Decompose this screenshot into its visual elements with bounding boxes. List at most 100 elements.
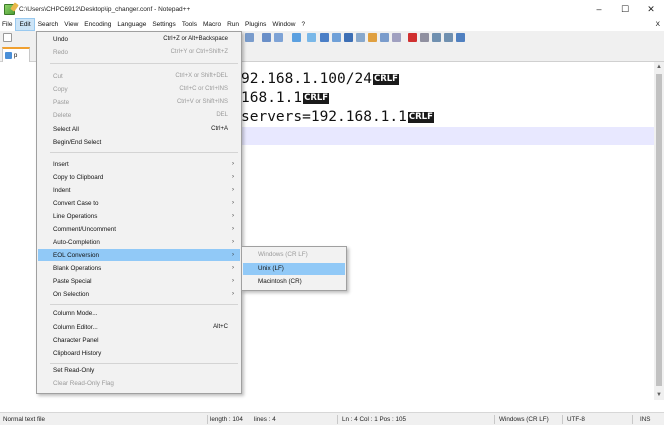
folder-workspace-icon[interactable] — [380, 33, 389, 42]
save-disk-icon — [5, 52, 12, 59]
menu-shortcut: Ctrl+A — [211, 126, 228, 132]
menu-item-set-read-only[interactable]: Set Read-Only — [38, 364, 240, 376]
menu-language[interactable]: Language — [114, 18, 149, 31]
menu-search[interactable]: Search — [35, 18, 62, 31]
menu-encoding[interactable]: Encoding — [81, 18, 114, 31]
editor-line[interactable]: 92.168.1.100/24 CRLF — [241, 70, 399, 88]
menu-item-column-editor[interactable]: Column Editor... Alt+C — [38, 321, 240, 333]
menu-macro[interactable]: Macro — [200, 18, 224, 31]
menu-item-undo[interactable]: Undo Ctrl+Z or Alt+Backspace — [38, 33, 240, 45]
menu-label: Auto-Completion — [53, 238, 100, 246]
submenu-arrow-icon: › — [232, 226, 234, 232]
line-text: 92.168.1.100/24 — [241, 71, 372, 87]
submenu-item-windows-crlf[interactable]: Windows (CR LF) — [243, 249, 345, 261]
vertical-scrollbar[interactable]: ▲ ▼ — [654, 62, 664, 400]
menu-item-comment-uncomment[interactable]: Comment/Uncomment › — [38, 223, 240, 235]
menu-item-blank-operations[interactable]: Blank Operations › — [38, 262, 240, 274]
menu-label: Blank Operations — [53, 264, 102, 272]
menu-item-eol-conversion[interactable]: EOL Conversion › — [38, 249, 240, 261]
find-icon[interactable] — [245, 33, 254, 42]
menu-item-indent[interactable]: Indent › — [38, 184, 240, 196]
replace-icon[interactable] — [262, 33, 271, 42]
word-wrap-icon[interactable] — [320, 33, 329, 42]
menu-help[interactable]: ? — [298, 18, 308, 31]
menu-edit[interactable]: Edit — [15, 18, 35, 31]
eol-conversion-submenu: Windows (CR LF) Unix (LF) Macintosh (CR) — [241, 246, 347, 291]
menu-item-paste-special[interactable]: Paste Special › — [38, 275, 240, 287]
menu-label: Windows (CR LF) — [258, 251, 308, 258]
submenu-arrow-icon: › — [232, 265, 234, 271]
play-macro-icon[interactable] — [432, 33, 441, 42]
menu-item-select-all[interactable]: Select All Ctrl+A — [38, 123, 240, 135]
menu-view[interactable]: View — [61, 18, 81, 31]
tab-ip-changer[interactable]: p — [2, 47, 30, 62]
eol-marker: CRLF — [372, 74, 399, 85]
submenu-item-unix-lf[interactable]: Unix (LF) — [243, 263, 345, 275]
menu-label: Insert — [53, 160, 69, 168]
menu-label: Comment/Uncomment — [53, 225, 116, 233]
eol-marker: CRLF — [303, 93, 330, 104]
menu-item-convert-case[interactable]: Convert Case to › — [38, 197, 240, 209]
submenu-item-macintosh-cr[interactable]: Macintosh (CR) — [243, 276, 345, 288]
menu-item-clear-read-only[interactable]: Clear Read-Only Flag — [38, 377, 240, 389]
menu-file[interactable]: File — [0, 18, 15, 31]
menu-shortcut: Ctrl+Z or Alt+Backspace — [163, 36, 228, 42]
close-document-button[interactable]: X — [656, 18, 660, 31]
menu-item-copy-to-clipboard[interactable]: Copy to Clipboard › — [38, 171, 240, 183]
sync-vertical-icon[interactable] — [307, 33, 316, 42]
show-all-chars-icon[interactable] — [332, 33, 341, 42]
submenu-arrow-icon: › — [232, 174, 234, 180]
status-eol: Windows (CR LF) — [499, 416, 549, 423]
menu-item-on-selection[interactable]: On Selection › — [38, 288, 240, 300]
scroll-up-icon[interactable]: ▲ — [654, 62, 664, 72]
maximize-button[interactable]: ☐ — [612, 0, 638, 18]
menu-bar: File Edit Search View Encoding Language … — [0, 18, 664, 31]
menu-shortcut: Ctrl+C or Ctrl+INS — [179, 86, 228, 92]
menu-item-begin-end-select[interactable]: Begin/End Select — [38, 136, 240, 148]
menu-label: Copy to Clipboard — [53, 173, 104, 181]
menu-item-character-panel[interactable]: Character Panel — [38, 334, 240, 346]
close-button[interactable]: ✕ — [638, 0, 664, 18]
submenu-arrow-icon: › — [232, 239, 234, 245]
eol-marker: CRLF — [407, 112, 434, 123]
editor-line[interactable]: servers=192.168.1.1 CRLF — [241, 108, 434, 126]
menu-item-paste[interactable]: Paste Ctrl+V or Shift+INS — [38, 96, 240, 108]
menu-item-copy[interactable]: Copy Ctrl+C or Ctrl+INS — [38, 83, 240, 95]
menu-item-insert[interactable]: Insert › — [38, 158, 240, 170]
menu-item-clipboard-history[interactable]: Clipboard History — [38, 347, 240, 359]
menu-run[interactable]: Run — [224, 18, 242, 31]
zoom-out-icon[interactable] — [292, 33, 301, 42]
status-insert-mode: INS — [640, 416, 651, 423]
menu-item-line-operations[interactable]: Line Operations › — [38, 210, 240, 222]
zoom-in-icon[interactable] — [274, 33, 283, 42]
monitoring-icon[interactable] — [392, 33, 401, 42]
function-list-icon[interactable] — [368, 33, 377, 42]
menu-shortcut: Alt+C — [213, 324, 228, 330]
menu-plugins[interactable]: Plugins — [242, 18, 269, 31]
doc-map-icon[interactable] — [356, 33, 365, 42]
menu-window[interactable]: Window — [269, 18, 298, 31]
current-line-highlight — [236, 127, 654, 145]
save-macro-icon[interactable] — [456, 33, 465, 42]
menu-item-cut[interactable]: Cut Ctrl+X or Shift+DEL — [38, 70, 240, 82]
submenu-arrow-icon: › — [232, 213, 234, 219]
menu-item-redo[interactable]: Redo Ctrl+Y or Ctrl+Shift+Z — [38, 46, 240, 58]
menu-label: Set Read-Only — [53, 366, 95, 374]
editor-line[interactable]: 168.1.1 CRLF — [241, 89, 330, 107]
title-bar: C:\Users\CHPC6912\Desktop\ip_changer.con… — [0, 0, 664, 18]
run-macro-multiple-icon[interactable] — [444, 33, 453, 42]
indent-guide-icon[interactable] — [344, 33, 353, 42]
menu-label: Unix (LF) — [258, 265, 284, 272]
menu-item-auto-completion[interactable]: Auto-Completion › — [38, 236, 240, 248]
menu-settings[interactable]: Settings — [149, 18, 179, 31]
minimize-button[interactable]: – — [586, 0, 612, 18]
stop-macro-icon[interactable] — [420, 33, 429, 42]
menu-tools[interactable]: Tools — [179, 18, 200, 31]
scroll-down-icon[interactable]: ▼ — [654, 390, 664, 400]
menu-item-delete[interactable]: Delete DEL — [38, 109, 240, 121]
new-file-icon[interactable] — [3, 33, 12, 42]
menu-label: Cut — [53, 72, 63, 80]
menu-item-column-mode[interactable]: Column Mode... — [38, 307, 240, 319]
scroll-thumb[interactable] — [656, 74, 662, 386]
record-macro-icon[interactable] — [408, 33, 417, 42]
